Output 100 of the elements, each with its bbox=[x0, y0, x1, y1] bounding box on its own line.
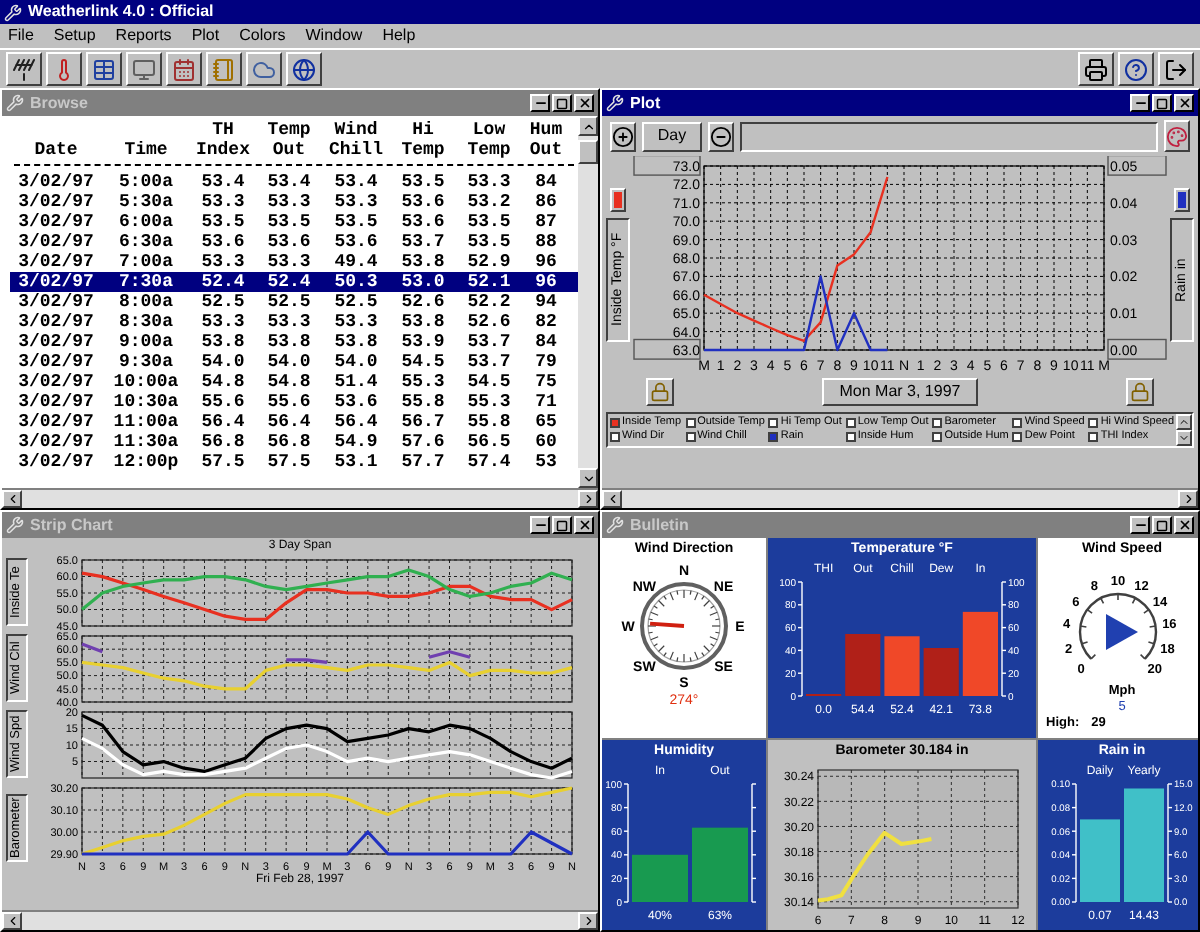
scroll-left-button[interactable] bbox=[602, 490, 622, 508]
help-button[interactable] bbox=[1118, 52, 1154, 86]
arrow-right-icon bbox=[1181, 492, 1195, 506]
zoom-out-button[interactable] bbox=[708, 121, 734, 151]
table-cell-text: 52.6 bbox=[465, 312, 513, 332]
close-icon bbox=[1177, 518, 1191, 532]
table-cell-text: 96 bbox=[533, 252, 559, 272]
close-button[interactable] bbox=[574, 94, 594, 112]
range-field[interactable] bbox=[740, 121, 1158, 151]
scroll-down-button[interactable] bbox=[578, 468, 598, 488]
table-cell-text: 87 bbox=[533, 212, 559, 232]
table-cell-text: 53.5 bbox=[265, 212, 313, 232]
scroll-thumb[interactable] bbox=[578, 140, 598, 164]
scroll-right-button[interactable] bbox=[578, 490, 598, 508]
table-cell-text: 56.4 bbox=[199, 412, 247, 432]
series-color-button[interactable] bbox=[1174, 187, 1190, 211]
table-row[interactable]: 3/02/97 8:00a 52.5 52.5 52.5 52.6 52.2 94 bbox=[10, 292, 578, 312]
table-cell-text: 53.4 bbox=[199, 172, 247, 192]
menu-item[interactable]: Window bbox=[305, 28, 363, 44]
table-cell-text: 75 bbox=[533, 372, 559, 392]
lock-icon bbox=[1129, 382, 1150, 402]
maximize-button[interactable] bbox=[1152, 516, 1172, 534]
menu-item[interactable]: Plot bbox=[191, 28, 220, 44]
maximize-button[interactable] bbox=[552, 516, 572, 534]
close-button[interactable] bbox=[1174, 94, 1194, 112]
table-row[interactable]: 3/02/97 11:00a 56.4 56.4 56.4 56.7 55.8 65 bbox=[10, 412, 578, 432]
toolbar-button[interactable] bbox=[6, 52, 42, 86]
table-cell-text: 52.5 bbox=[332, 292, 380, 312]
table-cell-text: 60 bbox=[533, 432, 559, 452]
close-button[interactable] bbox=[1174, 516, 1194, 534]
table-cell-text: 7:00a bbox=[116, 252, 175, 272]
table-cell-text: 8:30a bbox=[116, 312, 175, 332]
menu-item[interactable]: File bbox=[8, 28, 34, 44]
table-row[interactable]: 3/02/97 5:30a 53.3 53.3 53.3 53.6 53.2 86 bbox=[10, 192, 578, 212]
table-cell-text: 52.4 bbox=[199, 272, 247, 292]
table-row[interactable]: 3/02/97 7:00a 53.3 53.3 49.4 53.8 52.9 96 bbox=[10, 252, 578, 272]
table-cell-text: 5:00a bbox=[116, 172, 175, 192]
table-row[interactable]: 3/02/97 6:00a 53.5 53.5 53.5 53.6 53.5 87 bbox=[10, 212, 578, 232]
table-row[interactable]: 3/02/97 6:30a 53.6 53.6 53.6 53.7 53.5 88 bbox=[10, 232, 578, 252]
menu-item[interactable]: Reports bbox=[115, 28, 172, 44]
table-cell-text: 3/02/97 bbox=[16, 192, 96, 212]
color-swatch bbox=[1178, 191, 1186, 207]
scroll-left-button[interactable] bbox=[2, 490, 22, 508]
y-axis bbox=[623, 783, 629, 903]
zoom-in-button[interactable] bbox=[610, 121, 636, 151]
table-cell-text: 55.8 bbox=[399, 392, 447, 412]
table-cell-text: 9:00a bbox=[116, 332, 175, 352]
date-button[interactable]: Mon Mar 3, 1997 bbox=[821, 378, 979, 406]
scroll-down-button[interactable] bbox=[1176, 430, 1193, 446]
table-row[interactable]: 3/02/97 12:00p 57.5 57.5 53.1 57.7 57.4 53 bbox=[10, 452, 578, 472]
toolbar-button[interactable] bbox=[46, 52, 82, 86]
lock-button[interactable] bbox=[646, 378, 674, 406]
toolbar-button[interactable] bbox=[286, 52, 322, 86]
table-cell-text: 53.7 bbox=[465, 352, 513, 372]
window-icon bbox=[606, 516, 624, 534]
data-line bbox=[817, 830, 932, 903]
minimize-button[interactable] bbox=[1130, 516, 1150, 534]
table-cell-text: 57.6 bbox=[399, 432, 447, 452]
series-color-button[interactable] bbox=[610, 187, 626, 211]
lock-button[interactable] bbox=[1125, 378, 1154, 406]
table-row[interactable]: 3/02/97 10:00a 54.8 54.8 51.4 55.3 54.5 75 bbox=[10, 372, 578, 392]
exit-button[interactable] bbox=[1158, 52, 1194, 86]
toolbar-button[interactable] bbox=[126, 52, 162, 86]
table-cell-text: 56.8 bbox=[199, 432, 247, 452]
toolbar-button[interactable] bbox=[246, 52, 282, 86]
table-row[interactable]: 3/02/97 7:30a 52.4 52.4 50.3 53.0 52.1 96 bbox=[10, 272, 578, 292]
menu-item[interactable]: Help bbox=[382, 28, 416, 44]
toolbar-button[interactable] bbox=[86, 52, 122, 86]
table-row[interactable]: 3/02/97 5:00a 53.4 53.4 53.4 53.5 53.3 84 bbox=[10, 172, 578, 192]
maximize-button[interactable] bbox=[552, 94, 572, 112]
table-cell-text: 53.3 bbox=[199, 252, 247, 272]
table-row[interactable]: 3/02/97 9:00a 53.8 53.8 53.8 53.9 53.7 84 bbox=[10, 332, 578, 352]
print-button[interactable] bbox=[1078, 52, 1114, 86]
arrow-up-icon bbox=[581, 119, 595, 133]
printer-icon bbox=[1084, 57, 1108, 81]
minimize-button[interactable] bbox=[530, 516, 550, 534]
table-cell-text: 56.4 bbox=[265, 412, 313, 432]
table-row[interactable]: 3/02/97 8:30a 53.3 53.3 53.3 53.8 52.6 82 bbox=[10, 312, 578, 332]
table-cell-text: 3/02/97 bbox=[16, 232, 96, 252]
menu-item[interactable]: Setup bbox=[53, 28, 96, 44]
minimize-button[interactable] bbox=[1130, 94, 1150, 112]
toolbar-button[interactable] bbox=[166, 52, 202, 86]
maximize-button[interactable] bbox=[1152, 94, 1172, 112]
minimize-button[interactable] bbox=[530, 94, 550, 112]
scroll-left-button[interactable] bbox=[2, 912, 22, 930]
close-button[interactable] bbox=[574, 516, 594, 534]
scroll-right-button[interactable] bbox=[1178, 490, 1198, 508]
color-button[interactable] bbox=[1164, 120, 1190, 152]
menu-item[interactable]: Colors bbox=[239, 28, 286, 44]
scroll-right-button[interactable] bbox=[578, 912, 598, 930]
table-cell-text: 3/02/97 bbox=[16, 392, 96, 412]
scroll-up-button[interactable] bbox=[1176, 414, 1193, 430]
table-row[interactable]: 3/02/97 9:30a 54.0 54.0 54.0 54.5 53.7 79 bbox=[10, 352, 578, 372]
scroll-up-button[interactable] bbox=[578, 116, 598, 136]
toolbar-button[interactable] bbox=[206, 52, 242, 86]
span-button[interactable]: Day bbox=[642, 121, 702, 151]
table-cell-text: 54.0 bbox=[199, 352, 247, 372]
window-title: Plot bbox=[630, 95, 661, 111]
table-row[interactable]: 3/02/97 10:30a 55.6 55.6 53.6 55.8 55.3 71 bbox=[10, 392, 578, 412]
table-row[interactable]: 3/02/97 11:30a 56.8 56.8 54.9 57.6 56.5 60 bbox=[10, 432, 578, 452]
